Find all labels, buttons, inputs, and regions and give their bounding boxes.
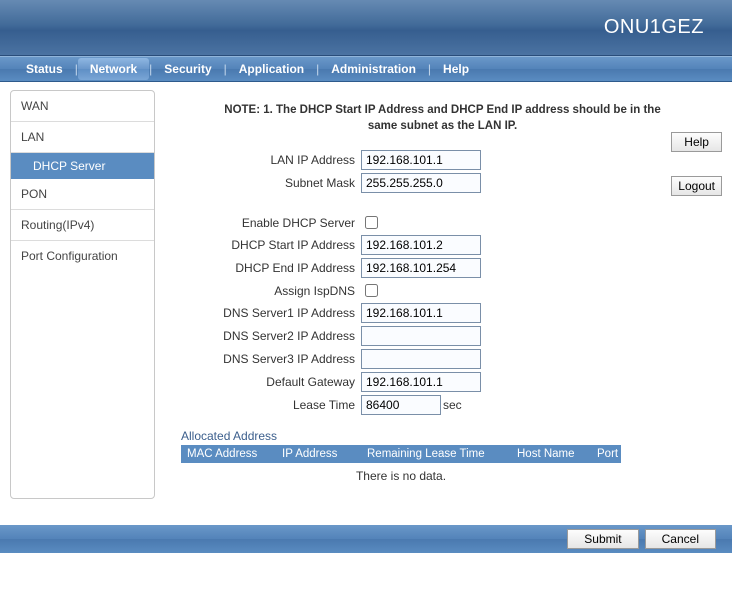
lan-ip-label: LAN IP Address	[171, 153, 361, 167]
footer-bar: Submit Cancel	[0, 525, 732, 553]
dns3-input[interactable]	[361, 349, 481, 369]
logout-button[interactable]: Logout	[671, 176, 722, 196]
top-nav: Status | Network | Security | Applicatio…	[0, 56, 732, 82]
dns2-label: DNS Server2 IP Address	[171, 329, 361, 343]
help-button[interactable]: Help	[671, 132, 722, 152]
dhcp-end-label: DHCP End IP Address	[171, 261, 361, 275]
enable-dhcp-checkbox[interactable]	[365, 216, 378, 229]
dns1-input[interactable]	[361, 303, 481, 323]
note-text: NOTE: 1. The DHCP Start IP Address and D…	[211, 102, 674, 134]
sidebar-item-lan[interactable]: LAN	[11, 122, 154, 153]
assign-ispdns-checkbox[interactable]	[365, 284, 378, 297]
sidebar-item-routing[interactable]: Routing(IPv4)	[11, 210, 154, 241]
allocated-empty: There is no data.	[181, 463, 621, 489]
gateway-label: Default Gateway	[171, 375, 361, 389]
content-area: Help Logout NOTE: 1. The DHCP Start IP A…	[155, 90, 722, 499]
col-mac: MAC Address	[181, 445, 276, 463]
dns2-input[interactable]	[361, 326, 481, 346]
tab-status[interactable]: Status	[14, 62, 75, 76]
dhcp-start-label: DHCP Start IP Address	[171, 238, 361, 252]
enable-dhcp-label: Enable DHCP Server	[171, 216, 361, 230]
dhcp-end-input[interactable]	[361, 258, 481, 278]
lease-label: Lease Time	[171, 398, 361, 412]
col-rlt: Remaining Lease Time	[361, 445, 511, 463]
sidebar-item-wan[interactable]: WAN	[11, 91, 154, 122]
tab-application[interactable]: Application	[227, 62, 316, 76]
col-hn: Host Name	[511, 445, 591, 463]
tab-security[interactable]: Security	[152, 62, 223, 76]
dhcp-start-input[interactable]	[361, 235, 481, 255]
sidebar-item-dhcp-server[interactable]: DHCP Server	[11, 153, 154, 179]
dns1-label: DNS Server1 IP Address	[171, 306, 361, 320]
tab-help[interactable]: Help	[431, 62, 481, 76]
header-bar: ONU1GEZ	[0, 0, 732, 56]
dns3-label: DNS Server3 IP Address	[171, 352, 361, 366]
allocated-title: Allocated Address	[181, 429, 714, 443]
tab-network[interactable]: Network	[78, 58, 149, 80]
lan-ip-input[interactable]	[361, 150, 481, 170]
col-ip: IP Address	[276, 445, 361, 463]
product-title: ONU1GEZ	[604, 16, 704, 39]
subnet-label: Subnet Mask	[171, 176, 361, 190]
sidebar: WAN LAN DHCP Server PON Routing(IPv4) Po…	[10, 90, 155, 499]
lease-input[interactable]	[361, 395, 441, 415]
gateway-input[interactable]	[361, 372, 481, 392]
allocated-table: MAC Address IP Address Remaining Lease T…	[181, 445, 621, 489]
lease-unit: sec	[443, 398, 462, 412]
sidebar-item-port-config[interactable]: Port Configuration	[11, 241, 154, 271]
submit-button[interactable]: Submit	[567, 529, 638, 549]
col-pt: Port	[591, 445, 621, 463]
subnet-input[interactable]	[361, 173, 481, 193]
assign-ispdns-label: Assign IspDNS	[171, 284, 361, 298]
tab-administration[interactable]: Administration	[319, 62, 428, 76]
cancel-button[interactable]: Cancel	[645, 529, 716, 549]
sidebar-item-pon[interactable]: PON	[11, 179, 154, 210]
